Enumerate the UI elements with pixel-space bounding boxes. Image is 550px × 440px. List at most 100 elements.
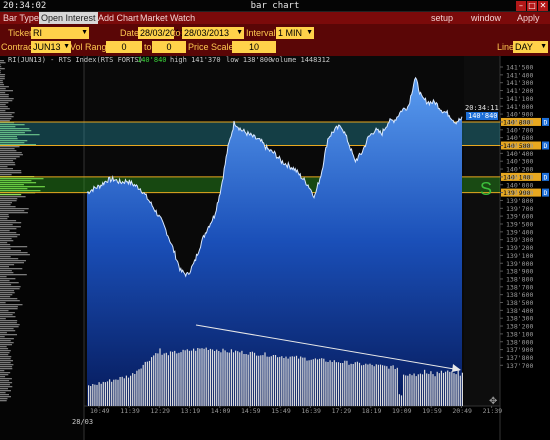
profile-bar: [0, 346, 7, 348]
profile-bar: [0, 240, 14, 242]
x-tick-label: 11:39: [120, 407, 140, 415]
menu-window[interactable]: window: [471, 12, 501, 24]
line-select[interactable]: DAY ▼: [513, 41, 548, 53]
volume-bar: [310, 359, 312, 406]
y-tick-label: 138'000: [506, 338, 533, 346]
profile-bar: [0, 236, 18, 238]
volume-bar: [172, 351, 174, 406]
profile-bar: [0, 68, 5, 70]
volume-bar: [396, 367, 398, 406]
profile-bar: [0, 88, 6, 90]
menu-market-watch[interactable]: Market Watch: [140, 12, 195, 24]
x-tick-label: 17:29: [332, 407, 352, 415]
price-chart[interactable]: 140'800 D 140'500 D 140'100 D 139'900 D 141'500…: [0, 56, 550, 440]
profile-bar: [0, 358, 11, 360]
volume-bar: [140, 368, 142, 406]
vol-to-field[interactable]: 0: [152, 41, 186, 53]
chart-info-last: 140'840: [137, 56, 167, 64]
profile-bar: [0, 108, 10, 110]
maximize-button[interactable]: □: [527, 1, 537, 11]
y-tick-label: 139'600: [506, 213, 533, 221]
volume-bar: [361, 365, 363, 406]
profile-bar: [0, 396, 11, 398]
profile-bar: [0, 82, 4, 84]
volume-bar: [96, 384, 98, 406]
volume-bar: [205, 347, 207, 406]
profile-bar: [0, 264, 15, 266]
y-tick-label: 140'600: [506, 134, 533, 142]
profile-bar: [0, 392, 6, 394]
profile-bar: [0, 340, 11, 342]
volume-bar: [428, 373, 430, 406]
apply-button[interactable]: Apply: [517, 12, 540, 24]
volume-bar: [321, 358, 323, 406]
date-to-field[interactable]: 28/03/2013 ▼: [182, 27, 244, 39]
contract-label: Contract: [1, 42, 36, 52]
profile-bar: [0, 292, 15, 294]
volume-bar: [209, 348, 211, 406]
profile-bar: [0, 366, 13, 368]
volume-bar: [419, 373, 421, 406]
profile-bar: [0, 244, 11, 246]
minimize-button[interactable]: –: [516, 1, 526, 11]
move-icon[interactable]: ✥: [489, 396, 497, 407]
volume-bar: [178, 352, 180, 406]
y-tick-label: 141'200: [506, 87, 533, 95]
menu-bar: Bar Type Open Interest Add Chart Market …: [0, 12, 550, 24]
y-tick-label: 140'500: [506, 142, 533, 150]
chart-info-high: high 141'370: [170, 56, 221, 64]
profile-bar: [0, 164, 16, 166]
volume-bar: [132, 373, 134, 406]
profile-bar: [0, 120, 10, 122]
profile-bar: [0, 202, 12, 204]
ticker-select[interactable]: RI ▼: [31, 27, 89, 39]
vol-from-field[interactable]: 0: [106, 41, 142, 53]
volume-bar: [186, 349, 188, 406]
volume-bar: [224, 350, 226, 406]
current-price-label: 140'840: [468, 112, 498, 120]
volume-bar: [337, 362, 340, 406]
chart-info-symbol: RI(JUN13) - RTS Index(RTS FORTS): [8, 56, 143, 64]
volume-bar: [398, 394, 400, 406]
volume-bar: [451, 371, 453, 406]
menu-setup[interactable]: setup: [431, 12, 453, 24]
profile-bar: [0, 330, 16, 332]
profile-bar: [0, 354, 9, 356]
volume-bar: [272, 355, 274, 406]
volume-bar: [153, 355, 155, 406]
profile-bar: [0, 278, 16, 280]
profile-bar: [0, 338, 14, 340]
contract-select[interactable]: JUN13 ▼: [31, 41, 71, 53]
chevron-down-icon: ▼: [306, 29, 313, 36]
close-button[interactable]: ✕: [538, 1, 548, 11]
volume-bar: [325, 361, 327, 406]
profile-bar: [0, 74, 6, 76]
profile-bar: [0, 112, 15, 114]
profile-bar: [0, 212, 28, 214]
volume-bar: [312, 359, 314, 406]
volume-bar: [169, 351, 172, 406]
menu-add-chart[interactable]: Add Chart: [98, 12, 139, 24]
volume-bar: [180, 352, 182, 406]
profile-bar: [0, 364, 14, 366]
volume-bar: [226, 352, 228, 406]
price-scale-field[interactable]: 10: [232, 41, 276, 53]
chart-area[interactable]: 140'800 D 140'500 D 140'100 D 139'900 D 141'500…: [0, 56, 550, 440]
volume-bar: [319, 358, 321, 406]
volume-bar: [207, 350, 209, 406]
volume-bar: [182, 349, 184, 406]
volume-bar: [384, 365, 386, 406]
volume-bar: [94, 384, 96, 406]
profile-bar: [0, 162, 15, 164]
volume-bar: [323, 358, 325, 406]
y-tick-label: 139'800: [506, 197, 533, 205]
profile-bar: [0, 172, 22, 174]
menu-open-interest[interactable]: Open Interest: [39, 12, 98, 24]
interval-select[interactable]: 1 MIN ▼: [276, 27, 314, 39]
volume-bar: [279, 356, 281, 406]
menu-bar-type[interactable]: Bar Type: [3, 12, 39, 24]
profile-bar: [0, 258, 19, 260]
volume-bar: [453, 373, 455, 406]
volume-bar: [293, 356, 295, 406]
volume-bar: [413, 373, 415, 406]
